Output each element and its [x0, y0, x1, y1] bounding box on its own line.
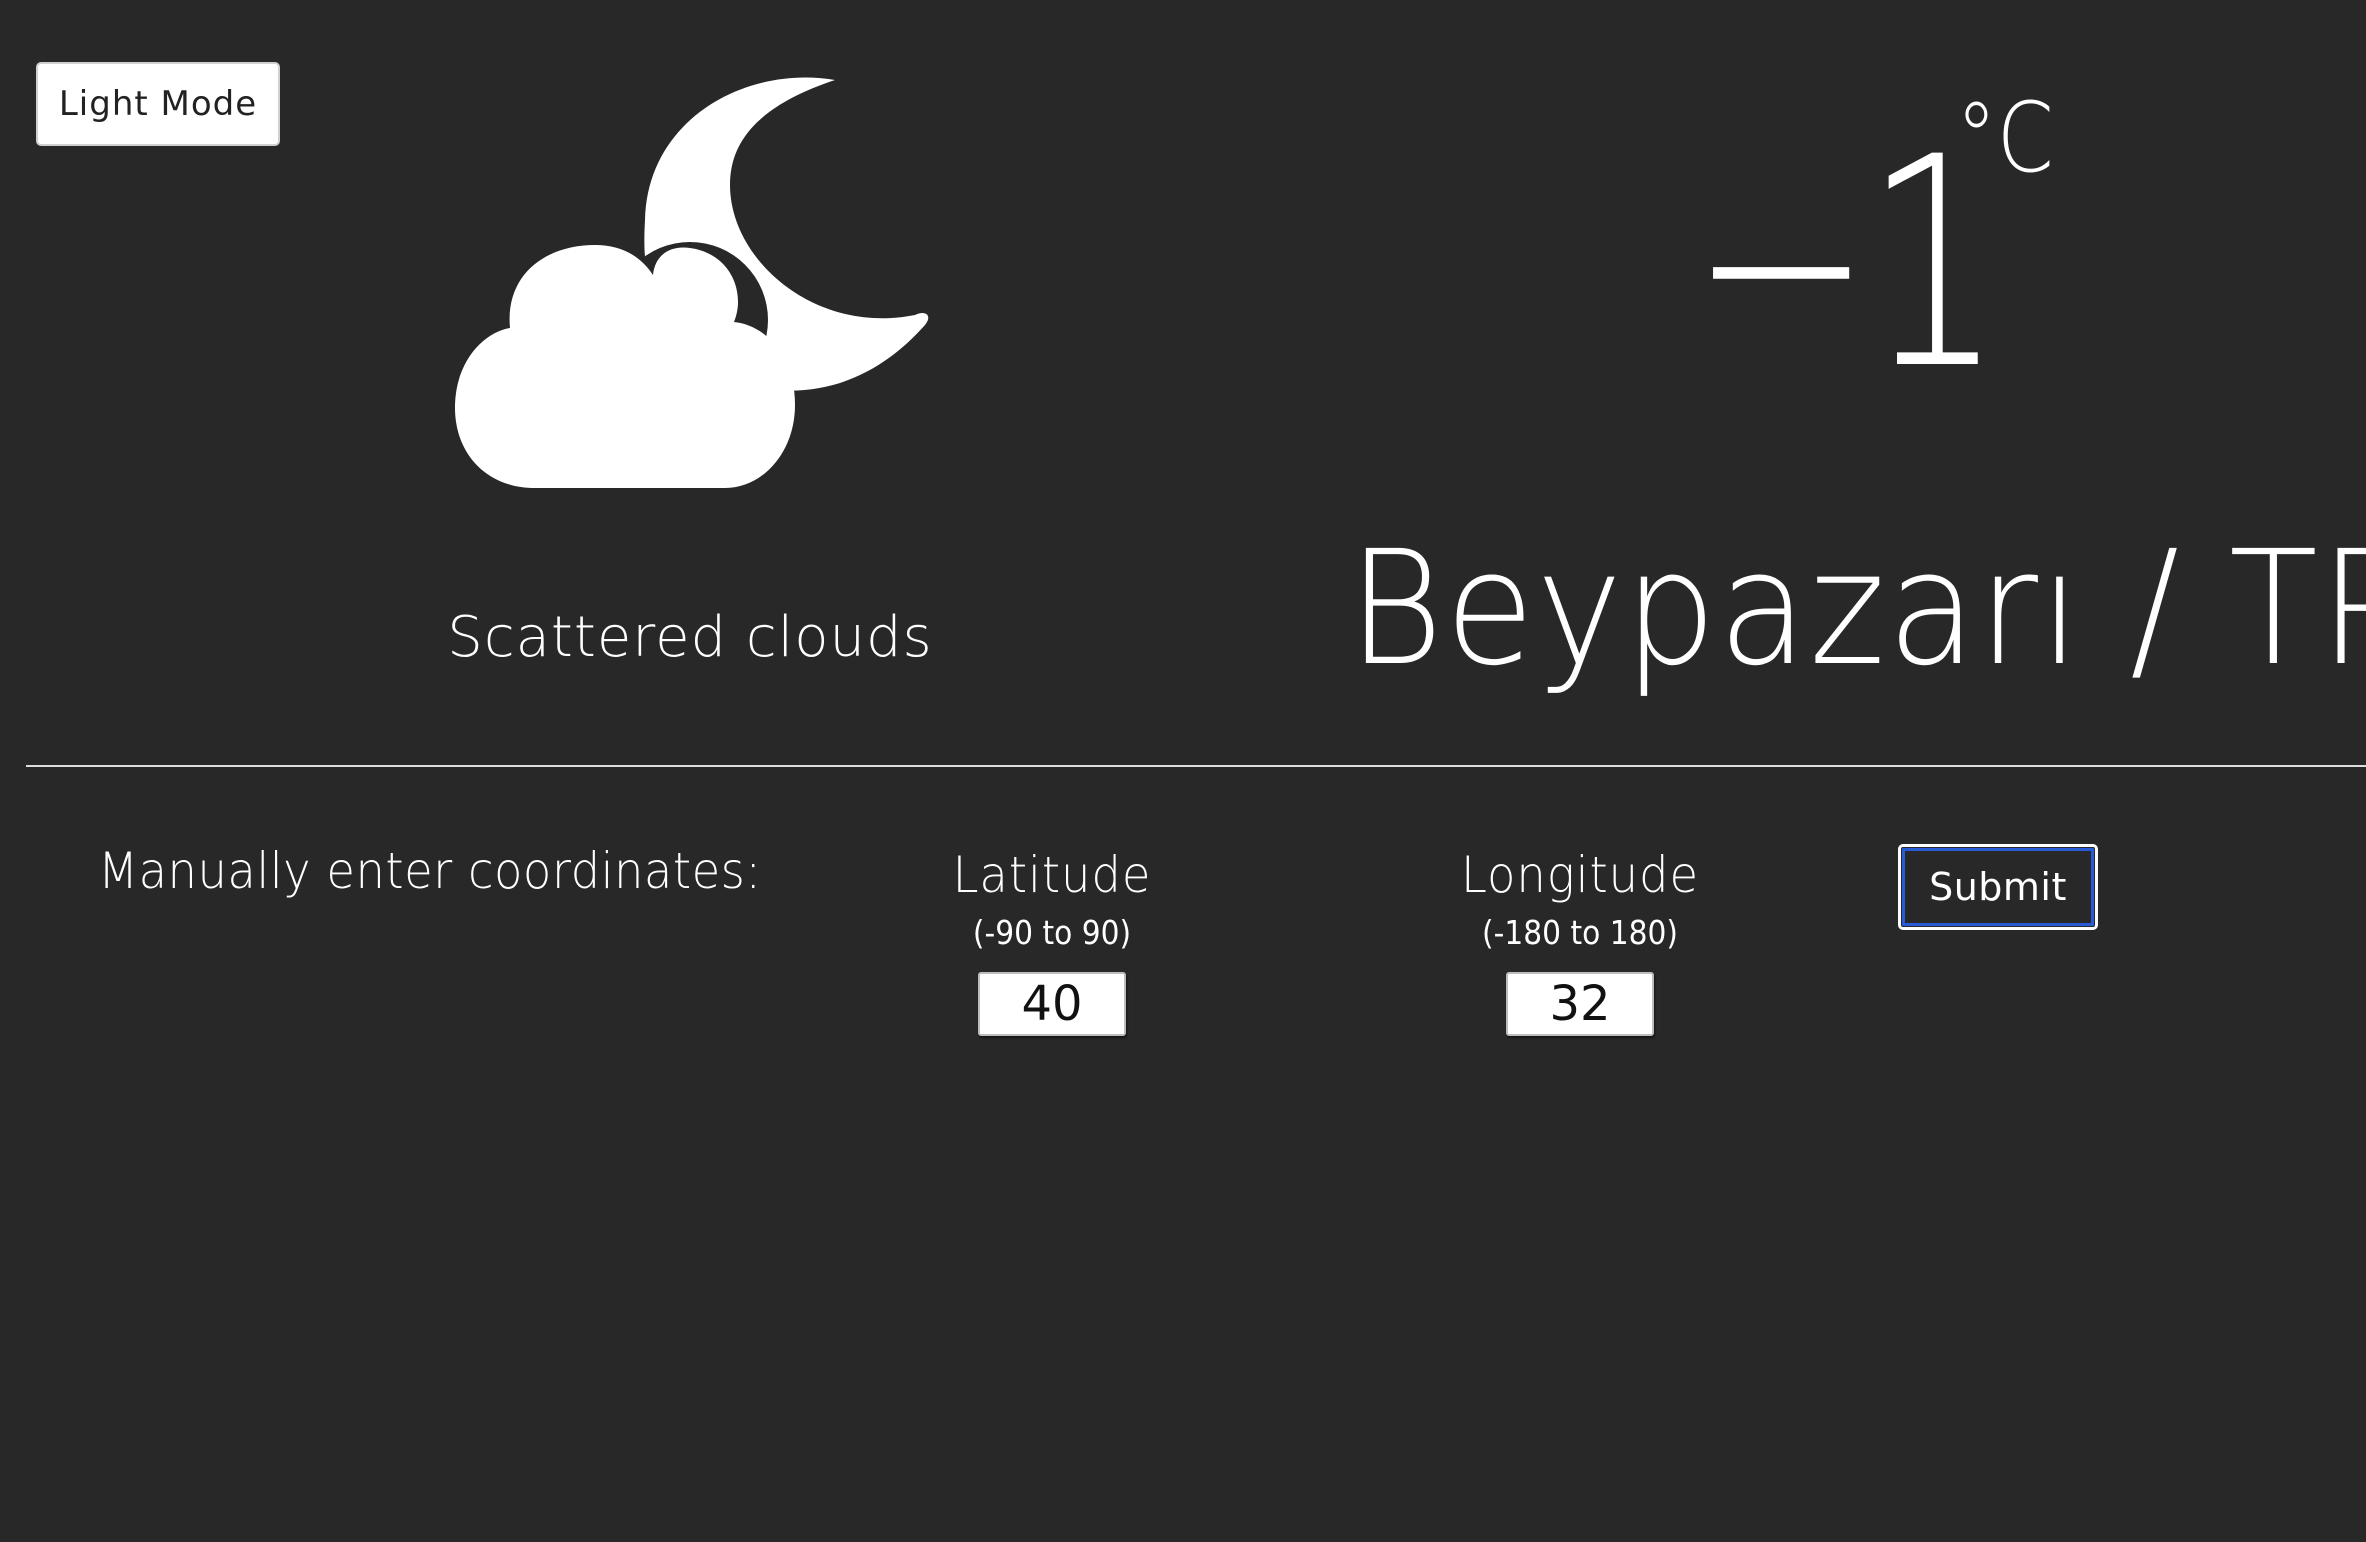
longitude-range-hint: (-180 to 180) — [1482, 913, 1678, 952]
location-name: Beypazarı / TR — [1348, 517, 2366, 701]
latitude-label: Latitude — [952, 846, 1152, 904]
weather-description: Scattered clouds — [447, 605, 933, 670]
latitude-input[interactable] — [978, 972, 1126, 1036]
longitude-label: Longitude — [1460, 846, 1700, 904]
section-divider — [26, 765, 2366, 767]
light-mode-toggle-button[interactable]: Light Mode — [36, 62, 280, 146]
night-partly-cloudy-icon — [455, 77, 929, 488]
latitude-field-group: Latitude (-90 to 90) — [862, 842, 1242, 1036]
manual-coordinates-label: Manually enter coordinates: — [98, 842, 762, 900]
weather-page: Light Mode Scattered clouds −1 °C Beypaz… — [0, 0, 2366, 1542]
submit-button[interactable]: Submit — [1898, 844, 2098, 930]
longitude-field-group: Longitude (-180 to 180) — [1390, 842, 1770, 1036]
latitude-range-hint: (-90 to 90) — [972, 913, 1132, 952]
temperature-value: −1 — [1690, 96, 2003, 433]
temperature-unit: °C — [1956, 82, 2054, 194]
longitude-input[interactable] — [1506, 972, 1654, 1036]
